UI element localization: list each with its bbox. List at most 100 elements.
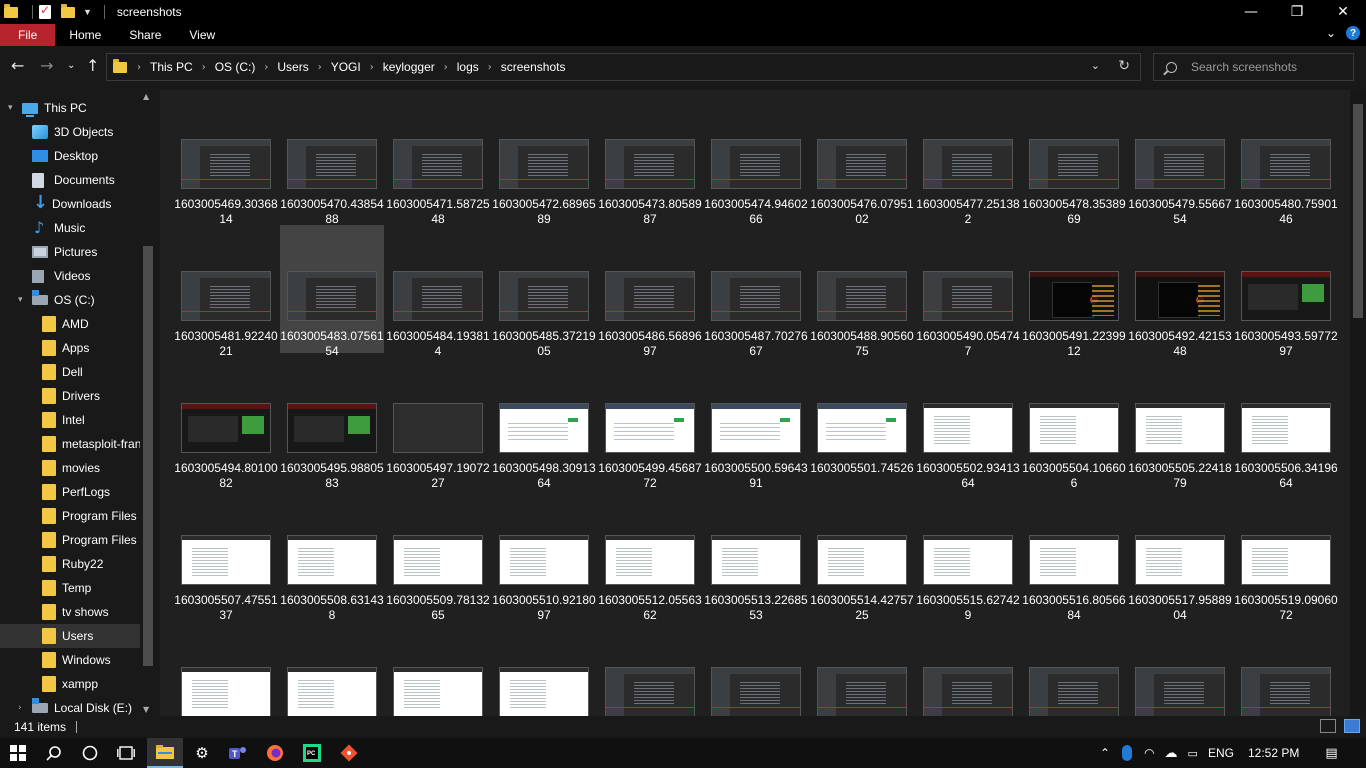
file-tile[interactable]: 1603005485.3721905 (492, 225, 596, 358)
file-tile[interactable] (492, 621, 596, 716)
chevron-right-icon[interactable]: › (202, 62, 206, 73)
sidebar-item[interactable]: Windows (0, 648, 140, 672)
sidebar-item[interactable]: Program Files (0, 504, 140, 528)
file-tile[interactable]: 1603005476.0795102 (810, 93, 914, 226)
file-tile[interactable]: 1603005492.4215348 (1128, 225, 1232, 358)
close-button[interactable]: ✕ (1320, 0, 1366, 24)
file-tile[interactable]: 1603005471.5872548 (386, 93, 490, 226)
task-view-icon[interactable] (108, 738, 144, 768)
file-tile[interactable] (174, 621, 278, 716)
minimize-button[interactable]: — (1228, 0, 1274, 24)
breadcrumb-yogi[interactable]: YOGI (331, 60, 361, 74)
customize-toolbar-chevron-icon[interactable]: ▼ (83, 7, 92, 17)
pycharm-icon[interactable]: PC (294, 738, 330, 768)
onedrive-icon[interactable]: ☁ (1165, 746, 1178, 761)
file-tile[interactable]: 1603005507.4755137 (174, 489, 278, 622)
scrollbar-thumb[interactable] (143, 246, 153, 666)
sidebar-item[interactable]: metasploit-fran (0, 432, 140, 456)
file-tile[interactable]: 1603005497.1907227 (386, 357, 490, 490)
sidebar-item[interactable]: Downloads (0, 192, 140, 216)
file-tile[interactable]: 1603005515.627429 (916, 489, 1020, 622)
file-tile[interactable]: 1603005512.0556362 (598, 489, 702, 622)
refresh-icon[interactable]: ↻ (1118, 58, 1130, 74)
file-tile[interactable]: 1603005487.7027667 (704, 225, 808, 358)
sidebar-item[interactable]: Intel (0, 408, 140, 432)
file-tile[interactable]: 1603005494.8010082 (174, 357, 278, 490)
sidebar-item[interactable]: › Local Disk (E:) (0, 696, 140, 716)
file-tile[interactable]: 1603005477.251382 (916, 93, 1020, 226)
chevron-right-icon[interactable]: › (488, 62, 492, 73)
sidebar-item[interactable]: 3D Objects (0, 120, 140, 144)
sidebar-item[interactable]: PerfLogs (0, 480, 140, 504)
start-icon[interactable] (0, 738, 36, 768)
help-icon[interactable]: ? (1346, 26, 1360, 40)
file-tile[interactable]: 1603005500.5964391 (704, 357, 808, 490)
sidebar-item[interactable]: Music (0, 216, 140, 240)
notifications-icon[interactable]: ▤ (1325, 746, 1337, 761)
tab-home[interactable]: Home (55, 24, 115, 46)
breadcrumb-os-c[interactable]: OS (C:) (215, 60, 256, 74)
file-tile[interactable]: 1603005473.8058987 (598, 93, 702, 226)
search-input[interactable]: Search screenshots (1191, 60, 1297, 74)
file-tile[interactable]: 1603005478.3538969 (1022, 93, 1126, 226)
tab-view[interactable]: View (175, 24, 229, 46)
file-tile[interactable]: 1603005495.9880583 (280, 357, 384, 490)
language-indicator[interactable]: ENG (1208, 746, 1234, 760)
tab-share[interactable]: Share (115, 24, 175, 46)
breadcrumb-users[interactable]: Users (277, 60, 308, 74)
file-tile[interactable] (598, 621, 702, 716)
file-tile[interactable]: 1603005486.5689697 (598, 225, 702, 358)
new-folder-icon[interactable] (61, 4, 75, 19)
sidebar-item[interactable]: Pictures (0, 240, 140, 264)
large-icons-view-icon[interactable] (1344, 719, 1360, 733)
file-tile[interactable]: 1603005510.9218097 (492, 489, 596, 622)
battery-icon[interactable]: ▭ (1188, 747, 1198, 760)
expand-chevron-icon[interactable]: ▾ (18, 295, 23, 305)
file-tile[interactable]: 1603005499.4568772 (598, 357, 702, 490)
firefox-icon[interactable] (257, 738, 293, 768)
navigation-pane-scrollbar[interactable]: ▲ ▼ (140, 90, 156, 716)
file-tile[interactable]: 1603005490.054747 (916, 225, 1020, 358)
file-tile[interactable]: 1603005472.6896589 (492, 93, 596, 226)
search-box[interactable]: Search screenshots (1153, 53, 1354, 81)
file-tile[interactable]: 1603005498.3091364 (492, 357, 596, 490)
breadcrumb-screenshots[interactable]: screenshots (501, 60, 566, 74)
chevron-right-icon[interactable]: › (264, 62, 268, 73)
file-tile[interactable]: 1603005470.4385488 (280, 93, 384, 226)
breadcrumb-this-pc[interactable]: This PC (150, 60, 193, 74)
chevron-right-icon[interactable]: › (370, 62, 374, 73)
address-bar[interactable]: › This PC › OS (C:) › Users › YOGI › key… (106, 53, 1141, 81)
sidebar-item[interactable]: AMD (0, 312, 140, 336)
sidebar-item[interactable]: Documents (0, 168, 140, 192)
file-tile[interactable]: 1603005513.2268553 (704, 489, 808, 622)
scroll-up-icon[interactable]: ▲ (143, 92, 149, 101)
file-tile[interactable]: 1603005474.9460266 (704, 93, 808, 226)
wifi-icon[interactable]: ◠ (1144, 746, 1154, 760)
file-tile[interactable]: 1603005516.8056684 (1022, 489, 1126, 622)
file-tile[interactable]: 1603005506.3419664 (1234, 357, 1338, 490)
settings-icon[interactable]: ⚙ (184, 738, 220, 768)
cortana-icon[interactable] (72, 738, 108, 768)
sidebar-item[interactable]: Dell (0, 360, 140, 384)
collapse-chevron-icon[interactable]: › (18, 703, 22, 713)
address-history-chevron-icon[interactable]: ⌄ (1091, 59, 1100, 72)
scrollbar-thumb[interactable] (1353, 104, 1363, 318)
file-tile[interactable]: 1603005481.9224021 (174, 225, 278, 358)
file-tile[interactable]: 1603005491.2239912 (1022, 225, 1126, 358)
show-hidden-icons-chevron-icon[interactable]: ⌃ (1100, 746, 1110, 760)
bluetooth-icon[interactable] (1122, 745, 1133, 761)
sidebar-item[interactable]: Program Files ( (0, 528, 140, 552)
chevron-right-icon[interactable]: › (444, 62, 448, 73)
chevron-right-icon[interactable]: › (318, 62, 322, 73)
file-tile[interactable]: 1603005514.4275725 (810, 489, 914, 622)
sidebar-item[interactable]: Ruby22 (0, 552, 140, 576)
file-tile[interactable]: 1603005502.9341364 (916, 357, 1020, 490)
file-tile[interactable]: 1603005479.5566754 (1128, 93, 1232, 226)
sidebar-item[interactable]: ▾ OS (C:) (0, 288, 140, 312)
file-tile[interactable]: 1603005519.0906072 (1234, 489, 1338, 622)
file-tile[interactable]: 1603005493.5977297 (1234, 225, 1338, 358)
file-tile[interactable]: 1603005501.74526 (810, 357, 914, 485)
file-tile[interactable] (1128, 621, 1232, 716)
breadcrumb-logs[interactable]: logs (457, 60, 479, 74)
file-tile[interactable] (1022, 621, 1126, 716)
